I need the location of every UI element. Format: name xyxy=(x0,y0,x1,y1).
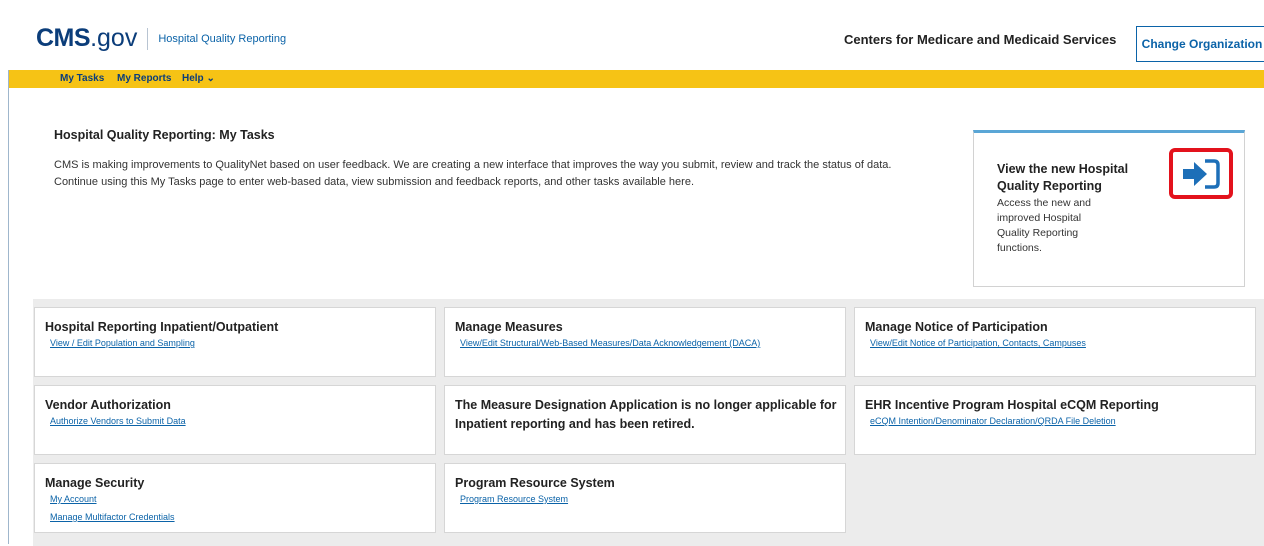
link-view-edit-population-sampling[interactable]: View / Edit Population and Sampling xyxy=(50,338,195,348)
intro-text: CMS is making improvements to QualityNet… xyxy=(54,157,934,190)
card-vendor-authorization: Vendor Authorization Authorize Vendors t… xyxy=(34,385,436,455)
link-authorize-vendors[interactable]: Authorize Vendors to Submit Data xyxy=(50,416,186,426)
card-title: Manage Security xyxy=(45,476,145,490)
card-title: Manage Notice of Participation xyxy=(865,320,1048,334)
promo-description: Access the new and improved Hospital Qua… xyxy=(997,197,1091,254)
link-manage-multifactor-credentials[interactable]: Manage Multifactor Credentials xyxy=(50,512,175,522)
link-program-resource-system[interactable]: Program Resource System xyxy=(460,494,568,504)
change-organization-button[interactable]: Change Organization xyxy=(1136,26,1264,62)
link-edit-notice-of-participation[interactable]: View/Edit Notice of Participation, Conta… xyxy=(870,338,1086,348)
card-manage-security: Manage Security My Account Manage Multif… xyxy=(34,463,436,533)
card-program-resource-system: Program Resource System Program Resource… xyxy=(444,463,846,533)
card-title: EHR Incentive Program Hospital eCQM Repo… xyxy=(865,398,1159,412)
card-manage-measures: Manage Measures View/Edit Structural/Web… xyxy=(444,307,846,377)
nav-my-reports[interactable]: My Reports xyxy=(117,73,171,84)
chevron-down-icon: ⌄ xyxy=(206,73,215,84)
card-ehr-incentive-ecqm: EHR Incentive Program Hospital eCQM Repo… xyxy=(854,385,1256,455)
card-hospital-reporting: Hospital Reporting Inpatient/Outpatient … xyxy=(34,307,436,377)
cms-logo[interactable]: CMS .gov Hospital Quality Reporting xyxy=(36,24,286,53)
sign-in-arrow-icon xyxy=(1183,158,1220,189)
card-notice-of-participation: Manage Notice of Participation View/Edit… xyxy=(854,307,1256,377)
logo-divider xyxy=(147,27,149,50)
intro-line-2: Continue using this My Tasks page to ent… xyxy=(54,175,694,188)
site-header: CMS .gov Hospital Quality Reporting Cente… xyxy=(8,8,1264,70)
link-ecqm-intention-qrda[interactable]: eCQM Intention/Denominator Declaration/Q… xyxy=(870,416,1116,426)
card-title: The Measure Designation Application is n… xyxy=(455,398,837,431)
logo-cms-text: CMS xyxy=(36,24,91,52)
page-title: Hospital Quality Reporting: My Tasks xyxy=(54,128,275,142)
organization-name: Centers for Medicare and Medicaid Servic… xyxy=(844,32,1117,47)
logo-subtitle: Hospital Quality Reporting xyxy=(158,32,287,45)
card-measure-designation-retired: The Measure Designation Application is n… xyxy=(444,385,846,455)
logo-gov-text: .gov xyxy=(90,24,138,52)
nav-my-tasks[interactable]: My Tasks xyxy=(60,73,104,84)
card-title: Hospital Reporting Inpatient/Outpatient xyxy=(45,320,279,334)
card-title: Program Resource System xyxy=(455,476,615,490)
nav-help-label: Help xyxy=(182,73,204,84)
nav-help[interactable]: Help ⌄ xyxy=(182,73,215,84)
new-hqr-promo-card: View the new Hospital Quality Reporting … xyxy=(973,130,1245,287)
main-nav: My Tasks My Reports Help ⌄ xyxy=(9,70,1264,88)
link-edit-structural-measures-daca[interactable]: View/Edit Structural/Web-Based Measures/… xyxy=(460,338,760,348)
intro-line-1: CMS is making improvements to QualityNet… xyxy=(54,159,892,171)
promo-title: View the new Hospital Quality Reporting xyxy=(997,162,1129,193)
card-title: Manage Measures xyxy=(455,320,563,334)
card-title: Vendor Authorization xyxy=(45,398,171,412)
link-my-account[interactable]: My Account xyxy=(50,494,97,504)
open-new-hqr-button[interactable] xyxy=(1169,148,1233,199)
